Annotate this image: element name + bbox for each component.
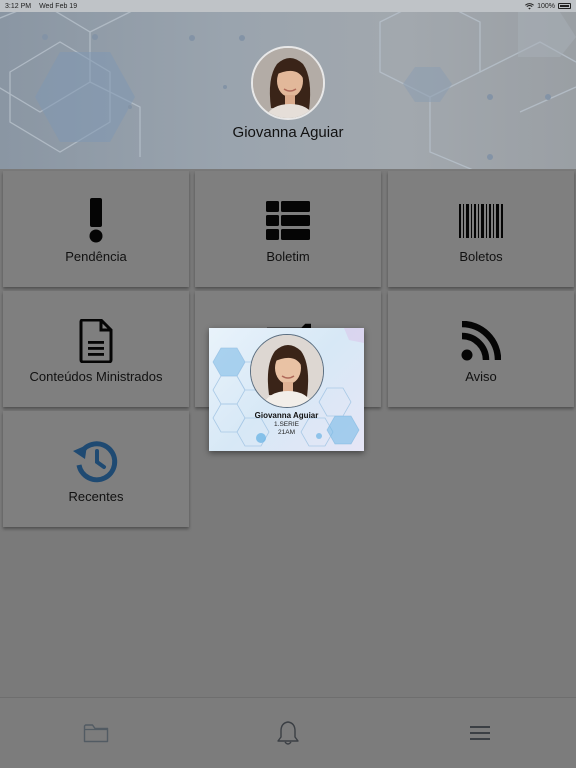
tile-recentes[interactable]: Recentes (3, 411, 189, 527)
status-date: Wed Feb 19 (39, 2, 78, 10)
folder-tab-button[interactable] (82, 720, 110, 746)
profile-header: Giovanna Aguiar (0, 12, 576, 169)
student-id-card[interactable]: Giovanna Aguiar 1.SERIE 21AM (209, 328, 364, 451)
card-avatar (250, 334, 324, 408)
card-class: 21AM (278, 429, 295, 436)
profile-name: Giovanna Aguiar (232, 124, 344, 141)
status-time: 3:12 PM (5, 2, 32, 10)
wifi-icon (525, 2, 535, 9)
tile-conteudos-ministrados[interactable]: Conteúdos Ministrados (3, 291, 189, 407)
card-student-name: Giovanna Aguiar (254, 411, 319, 420)
tile-aviso[interactable]: Aviso (388, 291, 574, 407)
document-icon (73, 318, 119, 364)
tile-label: Pendência (65, 249, 127, 264)
tile-label: Boletim (266, 249, 310, 264)
bell-icon (277, 721, 299, 745)
battery-icon (558, 3, 571, 9)
bottom-tab-bar (0, 697, 576, 768)
tile-label: Conteúdos Ministrados (29, 369, 163, 384)
history-icon (73, 438, 119, 484)
status-bar: 3:12 PM Wed Feb 19 100% (0, 0, 576, 12)
folder-icon (83, 724, 109, 743)
notifications-tab-button[interactable] (274, 720, 302, 746)
tile-label: Recentes (68, 489, 124, 504)
tile-boletos[interactable]: Boletos (388, 171, 574, 287)
tile-boletim[interactable]: Boletim (195, 171, 381, 287)
menu-icon (470, 726, 490, 740)
tile-pendencia[interactable]: Pendência (3, 171, 189, 287)
barcode-icon (458, 198, 504, 244)
exclamation-icon (73, 198, 119, 244)
tile-label: Aviso (465, 369, 497, 384)
menu-tab-button[interactable] (466, 720, 494, 746)
rss-icon (458, 318, 504, 364)
student-photo (251, 335, 323, 407)
tile-label: Boletos (459, 249, 503, 264)
profile-avatar[interactable] (251, 46, 325, 120)
table-icon (265, 198, 311, 244)
card-grade: 1.SERIE (274, 421, 299, 428)
battery-percent: 100% (537, 2, 555, 10)
